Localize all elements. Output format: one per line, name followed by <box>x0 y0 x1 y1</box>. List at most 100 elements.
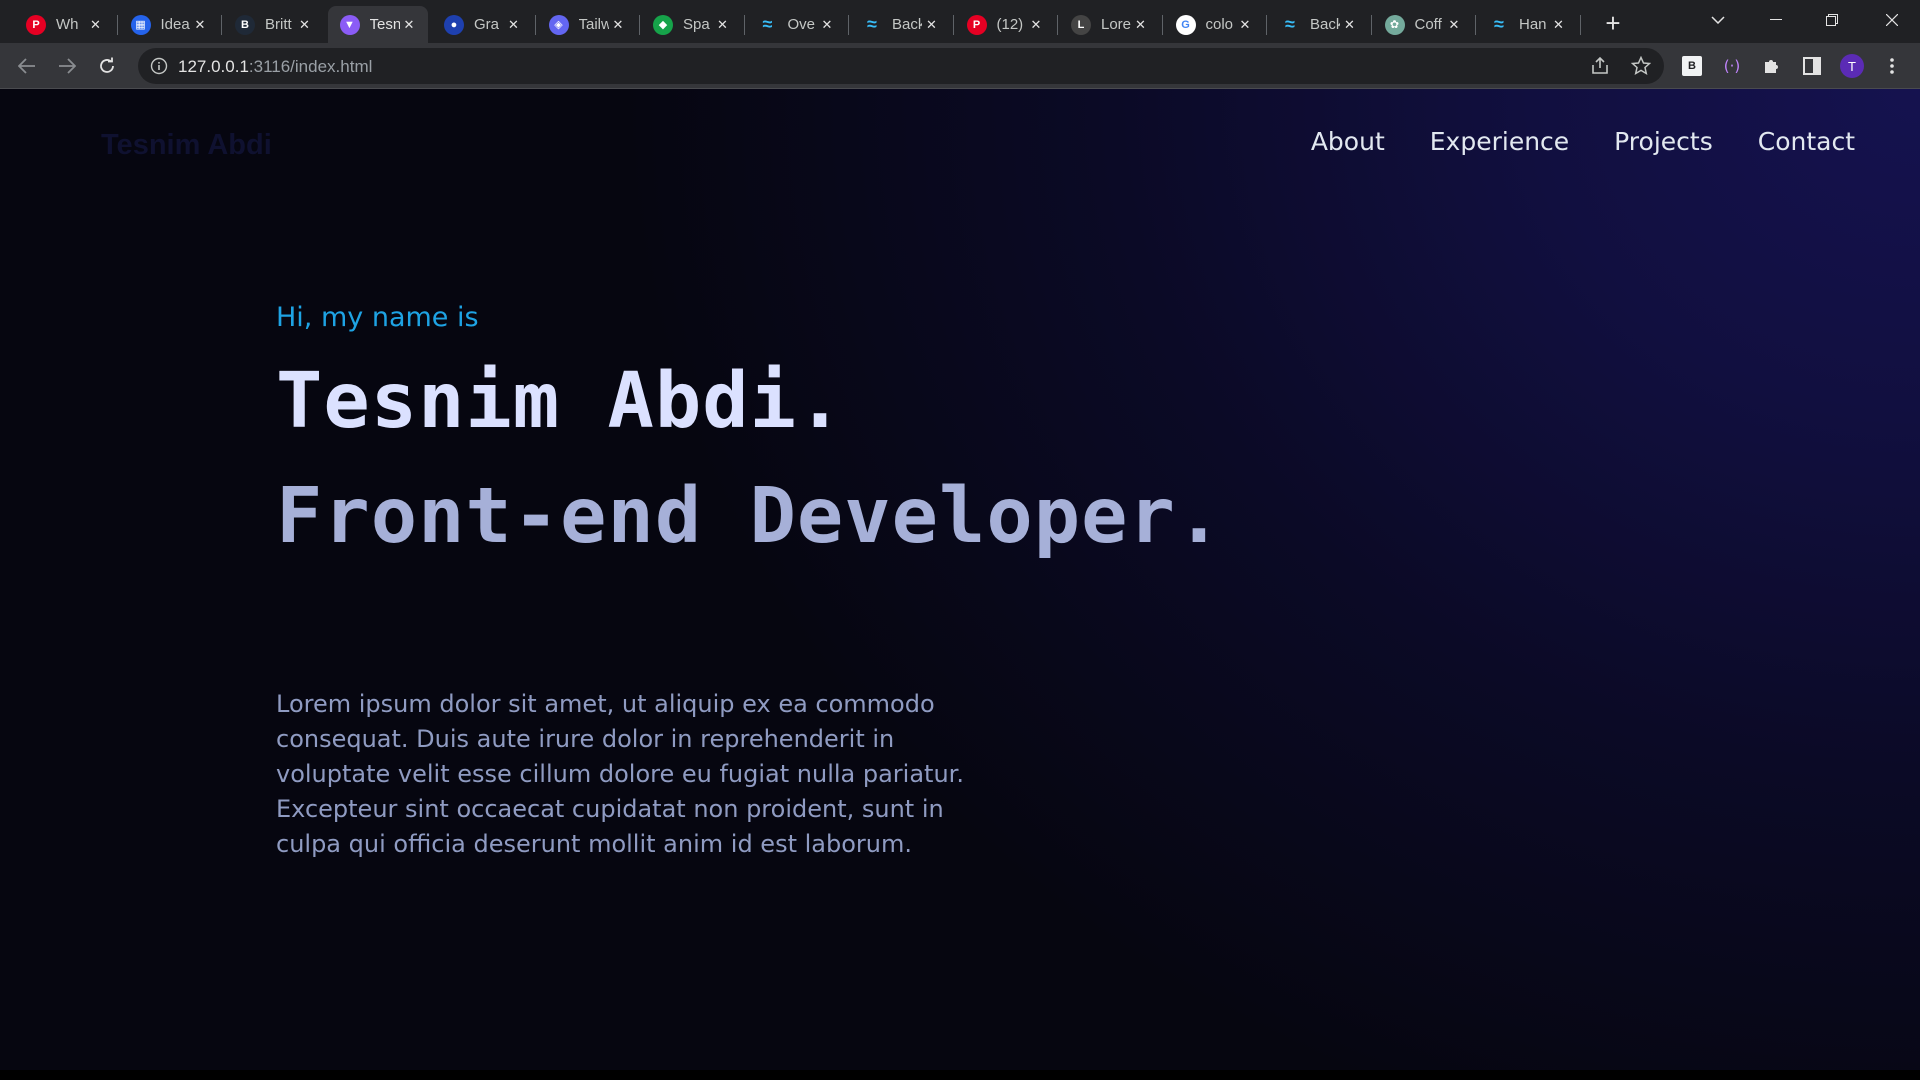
tailwind-icon: ≈ <box>762 14 773 34</box>
tailwind-icon: ≈ <box>1494 14 1504 34</box>
hero-role: Front-end Developer. <box>276 472 1224 561</box>
forward-button[interactable] <box>50 49 84 83</box>
tailwind-icon: ≈ <box>867 14 877 34</box>
tab-close-icon[interactable]: ✕ <box>1445 16 1463 34</box>
pinterest-icon: P <box>966 14 987 35</box>
browser-tab[interactable]: ▦ Idea ✕ <box>119 6 220 43</box>
side-panel-icon[interactable] <box>1800 54 1824 78</box>
browser-tab[interactable]: P Wh ✕ <box>14 6 115 43</box>
browser-tab[interactable]: ≈ Back ✕ <box>850 6 951 43</box>
tab-strip: P Wh ✕ ▦ Idea ✕ B Britt ✕ ▼ Tesn ✕ ● Gra ✕ ◈ Tailw ✕ ◆ Spa ✕… <box>0 0 1920 43</box>
tab-title: Back <box>1310 16 1340 33</box>
arrow-left-icon <box>18 58 35 74</box>
tab-separator <box>1579 15 1581 35</box>
extension-broadcast-icon[interactable]: (·) <box>1720 54 1744 78</box>
browser-tab[interactable]: ≈ Ove ✕ <box>746 6 847 43</box>
tab-close-icon[interactable]: ✕ <box>1550 16 1568 34</box>
site-logo[interactable]: Tesnim Abdi <box>101 129 272 162</box>
browser-toolbar: 127.0.0.1:3116/index.html B (·) T <box>0 43 1920 89</box>
tab-title: Coff <box>1414 16 1442 33</box>
gradient-icon: ◆ <box>653 14 673 35</box>
tab-close-icon[interactable]: ✕ <box>1236 16 1254 34</box>
info-icon[interactable] <box>150 57 168 75</box>
tab-close-icon[interactable]: ✕ <box>400 16 418 34</box>
restore-button[interactable] <box>1804 0 1860 40</box>
nav-projects[interactable]: Projects <box>1614 127 1713 156</box>
profile-avatar[interactable]: T <box>1840 54 1864 78</box>
tab-close-icon[interactable]: ✕ <box>1027 16 1045 34</box>
tab-title: Idea <box>160 16 190 33</box>
circle-icon: ● <box>444 14 464 35</box>
browser-tab[interactable]: ◆ Spa ✕ <box>641 6 742 43</box>
tab-title: Britt <box>265 16 292 33</box>
tab-title: Han <box>1519 16 1547 33</box>
tab-close-icon[interactable]: ✕ <box>191 16 209 34</box>
minimize-button[interactable] <box>1748 0 1804 40</box>
tab-separator <box>1475 15 1476 35</box>
hero-bio: Lorem ipsum dolor sit amet, ut aliquip e… <box>276 690 964 858</box>
tab-close-icon[interactable]: ✕ <box>87 16 105 34</box>
browser-tab[interactable]: P (12) ✕ <box>955 6 1056 43</box>
tab-close-icon[interactable]: ✕ <box>818 16 836 34</box>
restore-icon <box>1826 14 1838 26</box>
hero-name: Tesnim Abdi. <box>276 357 845 446</box>
tab-title: colo <box>1205 16 1234 33</box>
tab-close-icon[interactable]: ✕ <box>296 16 314 34</box>
hero-greeting: Hi, my name is <box>276 302 479 333</box>
nav-about[interactable]: About <box>1311 127 1385 156</box>
tab-separator <box>952 15 954 35</box>
tab-separator <box>116 15 118 35</box>
tab-separator <box>1057 15 1058 35</box>
close-icon <box>1886 14 1898 26</box>
share-icon[interactable] <box>1590 56 1610 76</box>
browser-tab[interactable]: B Britt ✕ <box>223 6 324 43</box>
tab-separator <box>221 15 222 35</box>
tab-close-icon[interactable]: ✕ <box>609 16 627 34</box>
site-nav: About Experience Projects Contact <box>1311 127 1855 156</box>
url-text: 127.0.0.1:3116/index.html <box>178 57 373 76</box>
tab-close-icon[interactable]: ✕ <box>505 16 523 34</box>
tab-search-button[interactable] <box>1690 0 1746 40</box>
tab-separator <box>743 15 745 35</box>
extension-b-icon[interactable]: B <box>1680 54 1704 78</box>
tab-close-icon[interactable]: ✕ <box>1341 16 1359 34</box>
tab-separator <box>848 15 849 35</box>
extensions-puzzle-icon[interactable] <box>1760 54 1784 78</box>
tab-title: Ove <box>787 16 816 33</box>
headless-icon: ◈ <box>548 14 569 35</box>
lorem-icon: L <box>1071 14 1091 35</box>
tab-title: Tailw <box>578 16 609 33</box>
browser-tab[interactable]: ≈ Han ✕ <box>1477 6 1578 43</box>
tab-separator <box>1370 15 1372 35</box>
tab-title: Tesn <box>369 16 400 33</box>
browser-tab[interactable]: ● Gra ✕ <box>432 6 533 43</box>
tab-close-icon[interactable]: ✕ <box>923 16 941 34</box>
tab-close-icon[interactable]: ✕ <box>714 16 732 34</box>
close-window-button[interactable] <box>1864 0 1920 40</box>
back-button[interactable] <box>10 49 44 83</box>
address-bar[interactable]: 127.0.0.1:3116/index.html <box>138 48 1664 84</box>
page-viewport: Tesnim Abdi About Experience Projects Co… <box>0 89 1920 1080</box>
tab-title: Wh <box>56 16 79 33</box>
tailwind-icon: ≈ <box>1285 14 1295 34</box>
browser-tab[interactable]: Gcolo ✕ <box>1164 6 1265 43</box>
reload-icon <box>100 57 114 73</box>
tab-close-icon[interactable]: ✕ <box>1132 16 1150 34</box>
browser-tab[interactable]: ✿ Coff ✕ <box>1373 6 1474 43</box>
browser-tab[interactable]: ≈ Back ✕ <box>1268 6 1369 43</box>
browser-tab[interactable]: L Lore ✕ <box>1059 6 1160 43</box>
browser-tab[interactable]: ◈ Tailw ✕ <box>537 6 638 43</box>
vite-icon: ▼ <box>339 14 360 35</box>
tab-separator <box>534 15 536 35</box>
new-tab-button[interactable]: + <box>1598 8 1628 38</box>
tab-title: (12) <box>996 16 1024 33</box>
nav-experience[interactable]: Experience <box>1430 127 1569 156</box>
kebab-menu-icon[interactable] <box>1880 54 1904 78</box>
tab-separator <box>639 15 640 35</box>
tab-separator <box>1161 15 1163 35</box>
bookmark-star-icon[interactable] <box>1631 56 1651 76</box>
nav-contact[interactable]: Contact <box>1758 127 1855 156</box>
reload-button[interactable] <box>90 49 124 83</box>
browser-tab[interactable]: ▼ Tesn ✕ <box>327 6 428 43</box>
hero-section: Hi, my name is Tesnim Abdi. Front-end De… <box>276 302 1222 858</box>
